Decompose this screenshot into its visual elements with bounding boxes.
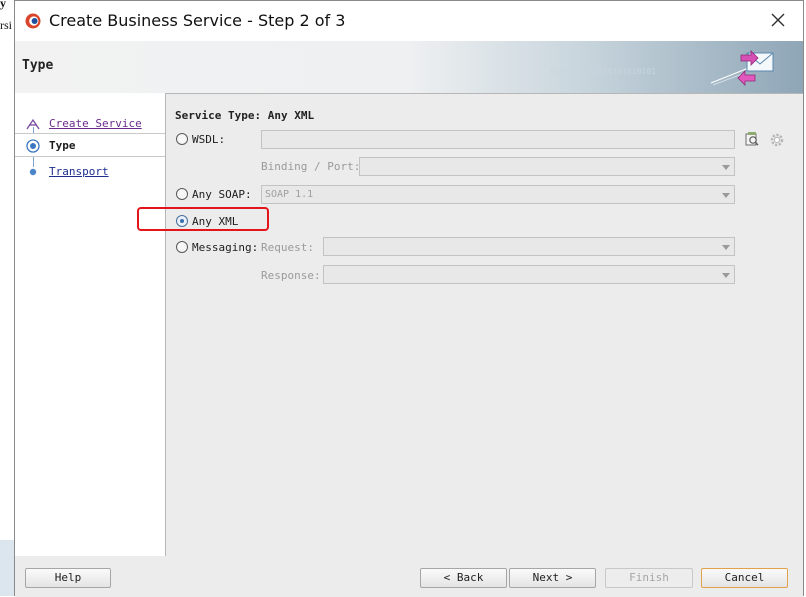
nav-step-label: Transport bbox=[49, 165, 109, 178]
close-icon[interactable] bbox=[767, 9, 789, 31]
annotation-highlight-box bbox=[137, 207, 269, 231]
binding-select[interactable] bbox=[359, 157, 735, 176]
any-soap-label: Any SOAP: bbox=[192, 188, 252, 201]
back-button[interactable]: < Back bbox=[420, 568, 507, 588]
wsdl-radio[interactable] bbox=[176, 133, 188, 145]
chevron-down-icon bbox=[722, 165, 730, 170]
window-title: Create Business Service - Step 2 of 3 bbox=[49, 11, 346, 30]
nav-step-type[interactable]: Type bbox=[15, 133, 165, 157]
request-select[interactable] bbox=[323, 237, 735, 256]
step-pending-icon bbox=[29, 168, 37, 176]
dialog-footer: Help < Back Next > Finish Cancel bbox=[15, 556, 803, 597]
soap-version-value: SOAP 1.1 bbox=[265, 189, 314, 200]
chevron-down-icon bbox=[722, 245, 730, 250]
any-soap-radio[interactable] bbox=[176, 188, 188, 200]
binding-label: Binding / Port: bbox=[261, 160, 361, 173]
wsdl-field[interactable] bbox=[261, 130, 735, 149]
nav-step-label: Type bbox=[49, 139, 76, 152]
chevron-down-icon bbox=[722, 273, 730, 278]
section-title: Service Type: Any XML bbox=[175, 109, 315, 122]
finish-button[interactable]: Finish bbox=[605, 568, 693, 588]
wsdl-label: WSDL: bbox=[192, 133, 226, 146]
banner-binary-decoration: 0101010101010101010101 bbox=[550, 67, 656, 76]
help-button[interactable]: Help bbox=[25, 568, 111, 588]
messaging-radio[interactable] bbox=[176, 241, 188, 253]
business-service-icon bbox=[710, 50, 774, 86]
soap-version-select[interactable]: SOAP 1.1 bbox=[261, 185, 735, 204]
browse-icon[interactable] bbox=[744, 131, 760, 147]
chevron-down-icon bbox=[722, 193, 730, 198]
step-done-icon bbox=[26, 118, 40, 130]
page-title: Type bbox=[22, 58, 54, 73]
response-label: Response: bbox=[261, 269, 321, 282]
background-text: rsi bbox=[0, 18, 12, 32]
next-button[interactable]: Next > bbox=[509, 568, 596, 588]
title-bar: Create Business Service - Step 2 of 3 bbox=[15, 1, 803, 41]
header-banner: Type 0101010101010101010101 bbox=[15, 41, 803, 94]
app-icon bbox=[25, 13, 41, 29]
step-current-icon bbox=[26, 139, 40, 153]
cancel-button[interactable]: Cancel bbox=[701, 568, 788, 588]
wizard-steps-nav: Create Service Type Transport bbox=[15, 93, 166, 556]
service-type-panel: Service Type: Any XML WSDL: Binding / Po… bbox=[166, 93, 805, 556]
background-app bbox=[0, 540, 14, 596]
response-select[interactable] bbox=[323, 265, 735, 284]
gear-icon[interactable] bbox=[769, 132, 785, 148]
nav-step-label: Create Service bbox=[49, 117, 142, 130]
nav-step-create-service[interactable]: Create Service bbox=[15, 112, 165, 134]
create-business-service-dialog: Create Business Service - Step 2 of 3 Ty… bbox=[14, 0, 805, 597]
nav-step-transport[interactable]: Transport bbox=[15, 160, 165, 182]
background-text: y bbox=[0, 0, 6, 10]
messaging-label: Messaging: bbox=[192, 241, 259, 254]
request-label: Request: bbox=[261, 241, 314, 254]
